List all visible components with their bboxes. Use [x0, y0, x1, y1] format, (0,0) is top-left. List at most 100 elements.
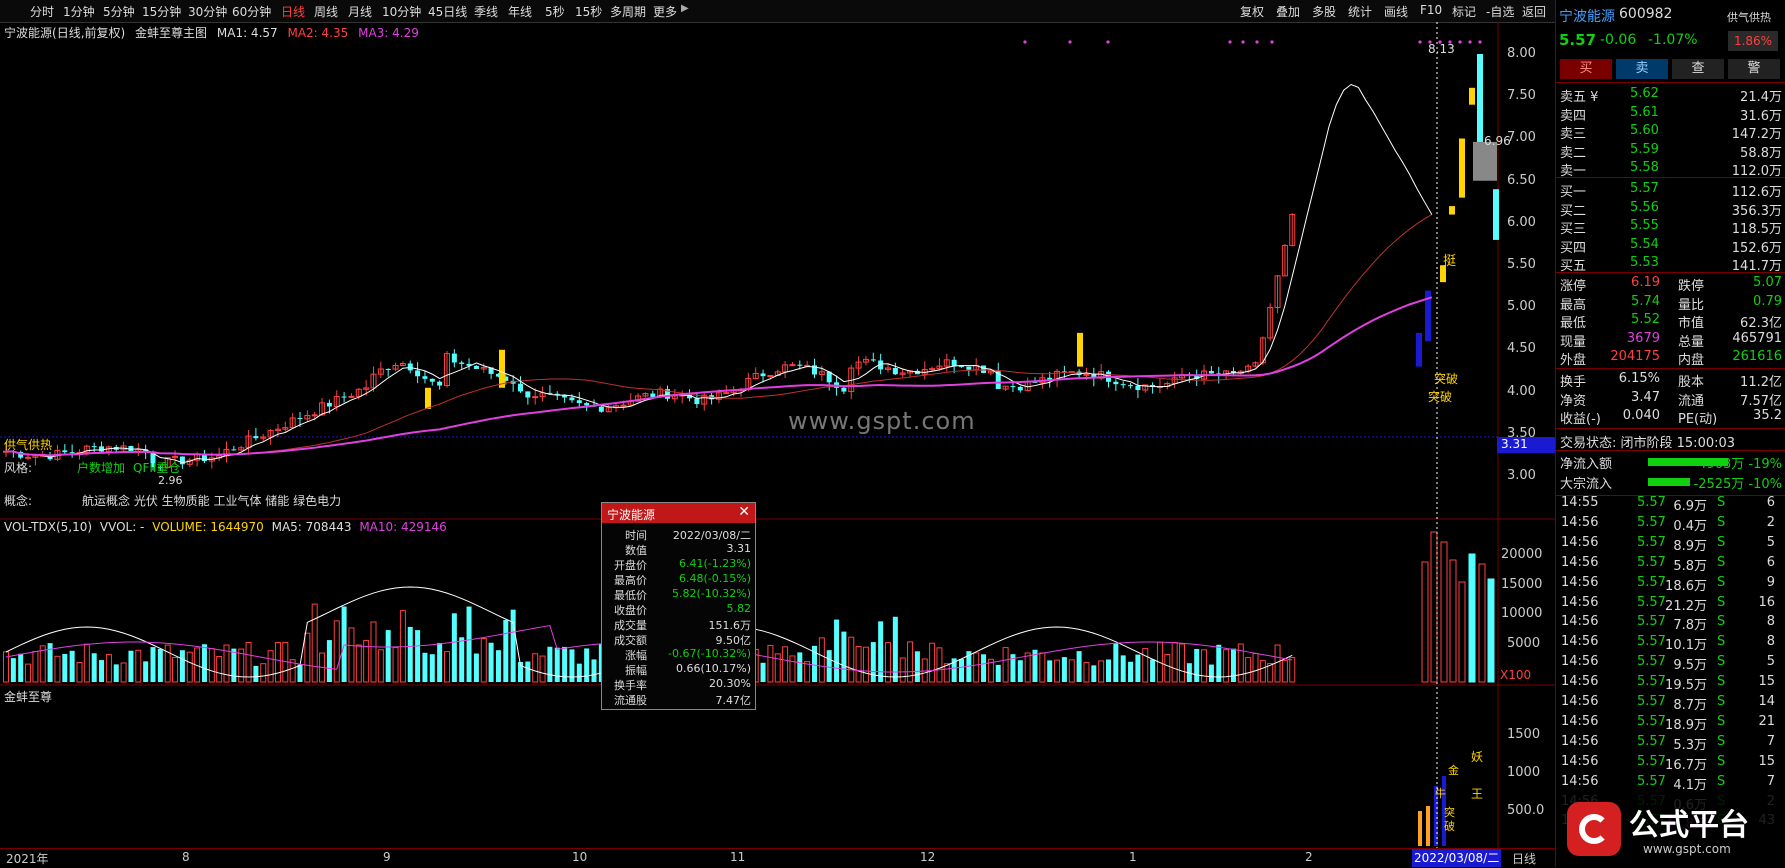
kline-chart[interactable]: [0, 0, 1555, 867]
volume-bar: [69, 650, 75, 682]
stat-value: 6.19: [1631, 275, 1660, 290]
candle-body: [518, 383, 523, 392]
divider: [1556, 272, 1785, 273]
tick-volume: 19.5万: [1665, 678, 1707, 694]
volume-tick-label: 20000: [1501, 547, 1543, 562]
candle-body: [789, 364, 796, 367]
volume-bar: [370, 621, 377, 683]
popup-row: 成交量 151.6万: [602, 617, 755, 632]
tick-side: S: [1717, 614, 1726, 630]
ask-label: 卖五 ¥: [1560, 90, 1599, 105]
tick-volume: 0.4万: [1673, 518, 1707, 534]
stat-value: 465791: [1732, 330, 1782, 346]
volume-bar: [311, 603, 318, 683]
high-price-label: 8.13: [1428, 42, 1455, 56]
tick-volume: 21.2万: [1665, 598, 1707, 614]
bid-volume: 152.6万: [1731, 240, 1782, 256]
indicator-name[interactable]: 金蚌至尊主图: [135, 26, 207, 40]
candle-body: [1128, 385, 1134, 387]
sub-indicator-header[interactable]: 金蚌至尊: [4, 688, 52, 705]
sub-tick-label: 1000: [1507, 765, 1541, 780]
ma3-line: [5, 296, 1433, 457]
popup-row-key: 时间: [625, 529, 647, 542]
quote-price: 5.57: [1559, 31, 1597, 49]
stat-value: 3.47: [1631, 389, 1660, 405]
price-tick-label: 5.50: [1507, 257, 1536, 272]
style-tag-1: 户数增加: [77, 461, 126, 475]
candle-body: [253, 436, 259, 439]
popup-row-key: 数值: [625, 544, 647, 557]
volume-bar: [392, 647, 399, 683]
volume-bar: [39, 645, 46, 683]
bid-price: 5.57: [1630, 181, 1659, 196]
volume-bar: [554, 647, 560, 682]
candle-body: [385, 368, 391, 370]
candle-body: [966, 366, 972, 370]
tick-row: 14:56 5.57 21.2万 S 16: [1557, 595, 1783, 616]
price-tick-label: 6.50: [1507, 172, 1536, 188]
candle-body: [576, 400, 582, 404]
candle-body: [459, 362, 465, 364]
tick-price: 5.57: [1637, 594, 1666, 610]
candle-body: [1416, 332, 1422, 367]
tick-price: 5.57: [1637, 574, 1666, 590]
signal-wang: 王: [1471, 787, 1484, 801]
quote-sector-badge[interactable]: 供气供热: [1727, 9, 1771, 25]
volume-bar: [870, 642, 876, 682]
ask-label: 卖四: [1560, 108, 1587, 124]
tick-volume: 7.8万: [1673, 618, 1707, 634]
volume-bar: [584, 648, 590, 682]
tick-time: 14:56: [1561, 634, 1599, 650]
stat-key: 流通: [1678, 393, 1705, 409]
ma1-value: MA1: 4.57: [216, 26, 278, 40]
tick-price: 5.57: [1637, 554, 1666, 570]
tick-price: 5.57: [1637, 514, 1666, 530]
volume-bar: [304, 632, 311, 683]
volume-indicator-name[interactable]: VOL-TDX(5,10): [4, 520, 92, 534]
ma2-value: MA2: 4.35: [287, 26, 349, 40]
close-icon[interactable]: ✕: [738, 504, 750, 520]
volume-bar: [782, 646, 789, 683]
volume-bar: [91, 653, 97, 682]
flow-value: -4963万 -19%: [1693, 457, 1783, 472]
volume-bar: [1274, 644, 1281, 683]
x-label-dec: 12: [920, 850, 936, 864]
tick-price: 5.57: [1637, 634, 1666, 650]
stock-name-label: 宁波能源: [4, 26, 53, 40]
volume-bar: [466, 606, 472, 682]
volume-bar: [54, 655, 61, 683]
adjust-mode-label: (日线,前复权): [52, 26, 126, 40]
candle-body: [62, 450, 68, 453]
sub-bar: [1426, 806, 1430, 846]
divider: [1556, 428, 1785, 429]
buy-button[interactable]: 买: [1560, 59, 1612, 79]
volume-header: VOL-TDX(5,10) VVOL: - VOLUME: 1644970 MA…: [4, 520, 447, 534]
bid-price: 5.56: [1630, 199, 1659, 215]
volume-bar: [1120, 655, 1126, 682]
tick-count: 6: [1766, 554, 1775, 570]
signal-dot: [1478, 40, 1482, 44]
alert-button[interactable]: 警: [1728, 59, 1780, 79]
tick-price: 5.57: [1637, 654, 1666, 670]
candle-body: [1459, 138, 1465, 198]
volume-bar: [62, 653, 68, 682]
style-label: 风格:: [4, 461, 33, 475]
ma1-line: [5, 83, 1433, 464]
stat-value: 5.52: [1631, 312, 1660, 327]
volume-bar: [1449, 559, 1457, 683]
vvol-value: VVOL: -: [99, 520, 145, 534]
bar-info-popup[interactable]: 宁波能源 ✕ 时间 2022/03/08/二 数值 3.31 开盘价 6.41(-1.23…: [601, 502, 756, 710]
query-button[interactable]: 查: [1672, 59, 1724, 79]
popup-row-value: -0.67(-10.32%): [668, 647, 751, 660]
tick-side: S: [1717, 713, 1726, 729]
candle-body: [1010, 386, 1016, 388]
tick-count: 8: [1766, 634, 1775, 650]
candle-body: [1113, 381, 1119, 385]
popup-row-key: 振幅: [625, 664, 647, 677]
volume-bar: [128, 650, 134, 682]
candle-body: [1120, 384, 1126, 386]
tick-price: 5.57: [1637, 713, 1666, 729]
tick-side: S: [1717, 694, 1726, 709]
volume-bar: [120, 662, 127, 683]
sell-button[interactable]: 卖: [1616, 59, 1668, 79]
